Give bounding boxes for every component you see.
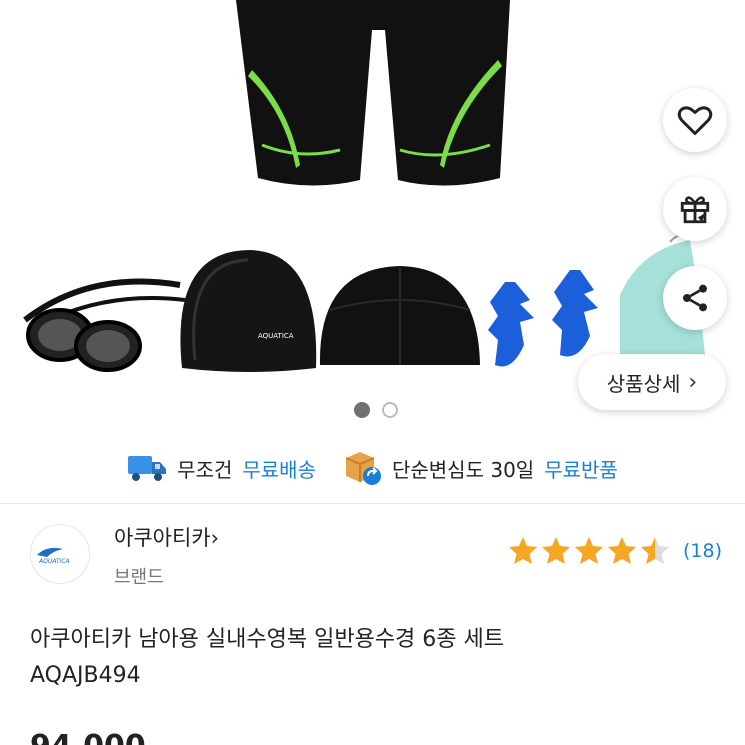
share-button[interactable] bbox=[663, 266, 727, 330]
free-return-benefit: 단순변심도 30일 무료반품 bbox=[344, 450, 618, 486]
benefit-prefix: 무조건 bbox=[177, 457, 233, 482]
section-divider bbox=[0, 503, 745, 504]
benefit-highlight: 무료반품 bbox=[544, 457, 618, 482]
carousel-indicator bbox=[354, 402, 398, 418]
brand-caption: 브랜드 bbox=[114, 567, 164, 588]
star-icon bbox=[509, 537, 537, 564]
free-shipping-benefit: 무조건 무료배송 bbox=[127, 452, 316, 484]
gift-button[interactable] bbox=[663, 177, 727, 241]
fabric-cap bbox=[319, 266, 480, 365]
benefit-prefix: 단순변심도 30일 bbox=[391, 457, 535, 482]
heart-icon bbox=[677, 106, 713, 135]
carousel-dot-active[interactable] bbox=[354, 402, 370, 418]
ear-plugs bbox=[488, 270, 598, 367]
product-detail-label: 상품상세 bbox=[606, 371, 681, 396]
gift-icon bbox=[680, 196, 710, 224]
silicone-cap: AQUATICA bbox=[180, 250, 317, 372]
half-star-icon bbox=[641, 537, 669, 564]
review-count[interactable]: (18) bbox=[683, 540, 722, 562]
share-icon bbox=[683, 284, 707, 312]
star-icon bbox=[575, 537, 603, 564]
product-model-code: AQAJB494 bbox=[30, 663, 141, 688]
brand-name: 아쿠아티카 bbox=[114, 526, 211, 550]
star-icon bbox=[608, 537, 636, 564]
product-detail-button[interactable]: 상품상세 › bbox=[578, 354, 726, 410]
rating[interactable]: (18) bbox=[508, 536, 722, 566]
product-title-line: 아쿠아티카 남아용 실내수영복 일반용수경 6종 세트 bbox=[30, 627, 505, 652]
svg-text:AQUATICA: AQUATICA bbox=[38, 558, 70, 565]
star-icon bbox=[542, 537, 570, 564]
carousel-dot[interactable] bbox=[382, 402, 398, 418]
chevron-right-icon: › bbox=[688, 369, 698, 395]
aquatica-logo: AQUATICA bbox=[37, 547, 70, 565]
goggles bbox=[23, 278, 186, 372]
svg-text:AQUATICA: AQUATICA bbox=[258, 332, 294, 340]
swim-shorts bbox=[236, 0, 510, 186]
return-box-icon bbox=[345, 452, 381, 485]
wishlist-button[interactable] bbox=[663, 88, 727, 152]
benefits-row: 무조건 무료배송 단순변심도 30일 무료반품 bbox=[0, 448, 745, 488]
product-title: 아쿠아티카 남아용 실내수영복 일반용수경 6종 세트 AQAJB494 bbox=[30, 622, 720, 694]
rating-stars bbox=[509, 537, 669, 564]
chevron-right-icon: › bbox=[210, 526, 220, 550]
benefit-highlight: 무료배송 bbox=[242, 457, 316, 482]
brand-name-link[interactable]: 아쿠아티카› bbox=[114, 522, 219, 552]
product-price: 94,000 bbox=[30, 729, 146, 745]
brand-logo[interactable]: AQUATICA bbox=[30, 524, 90, 584]
delivery-truck-icon bbox=[128, 456, 167, 481]
